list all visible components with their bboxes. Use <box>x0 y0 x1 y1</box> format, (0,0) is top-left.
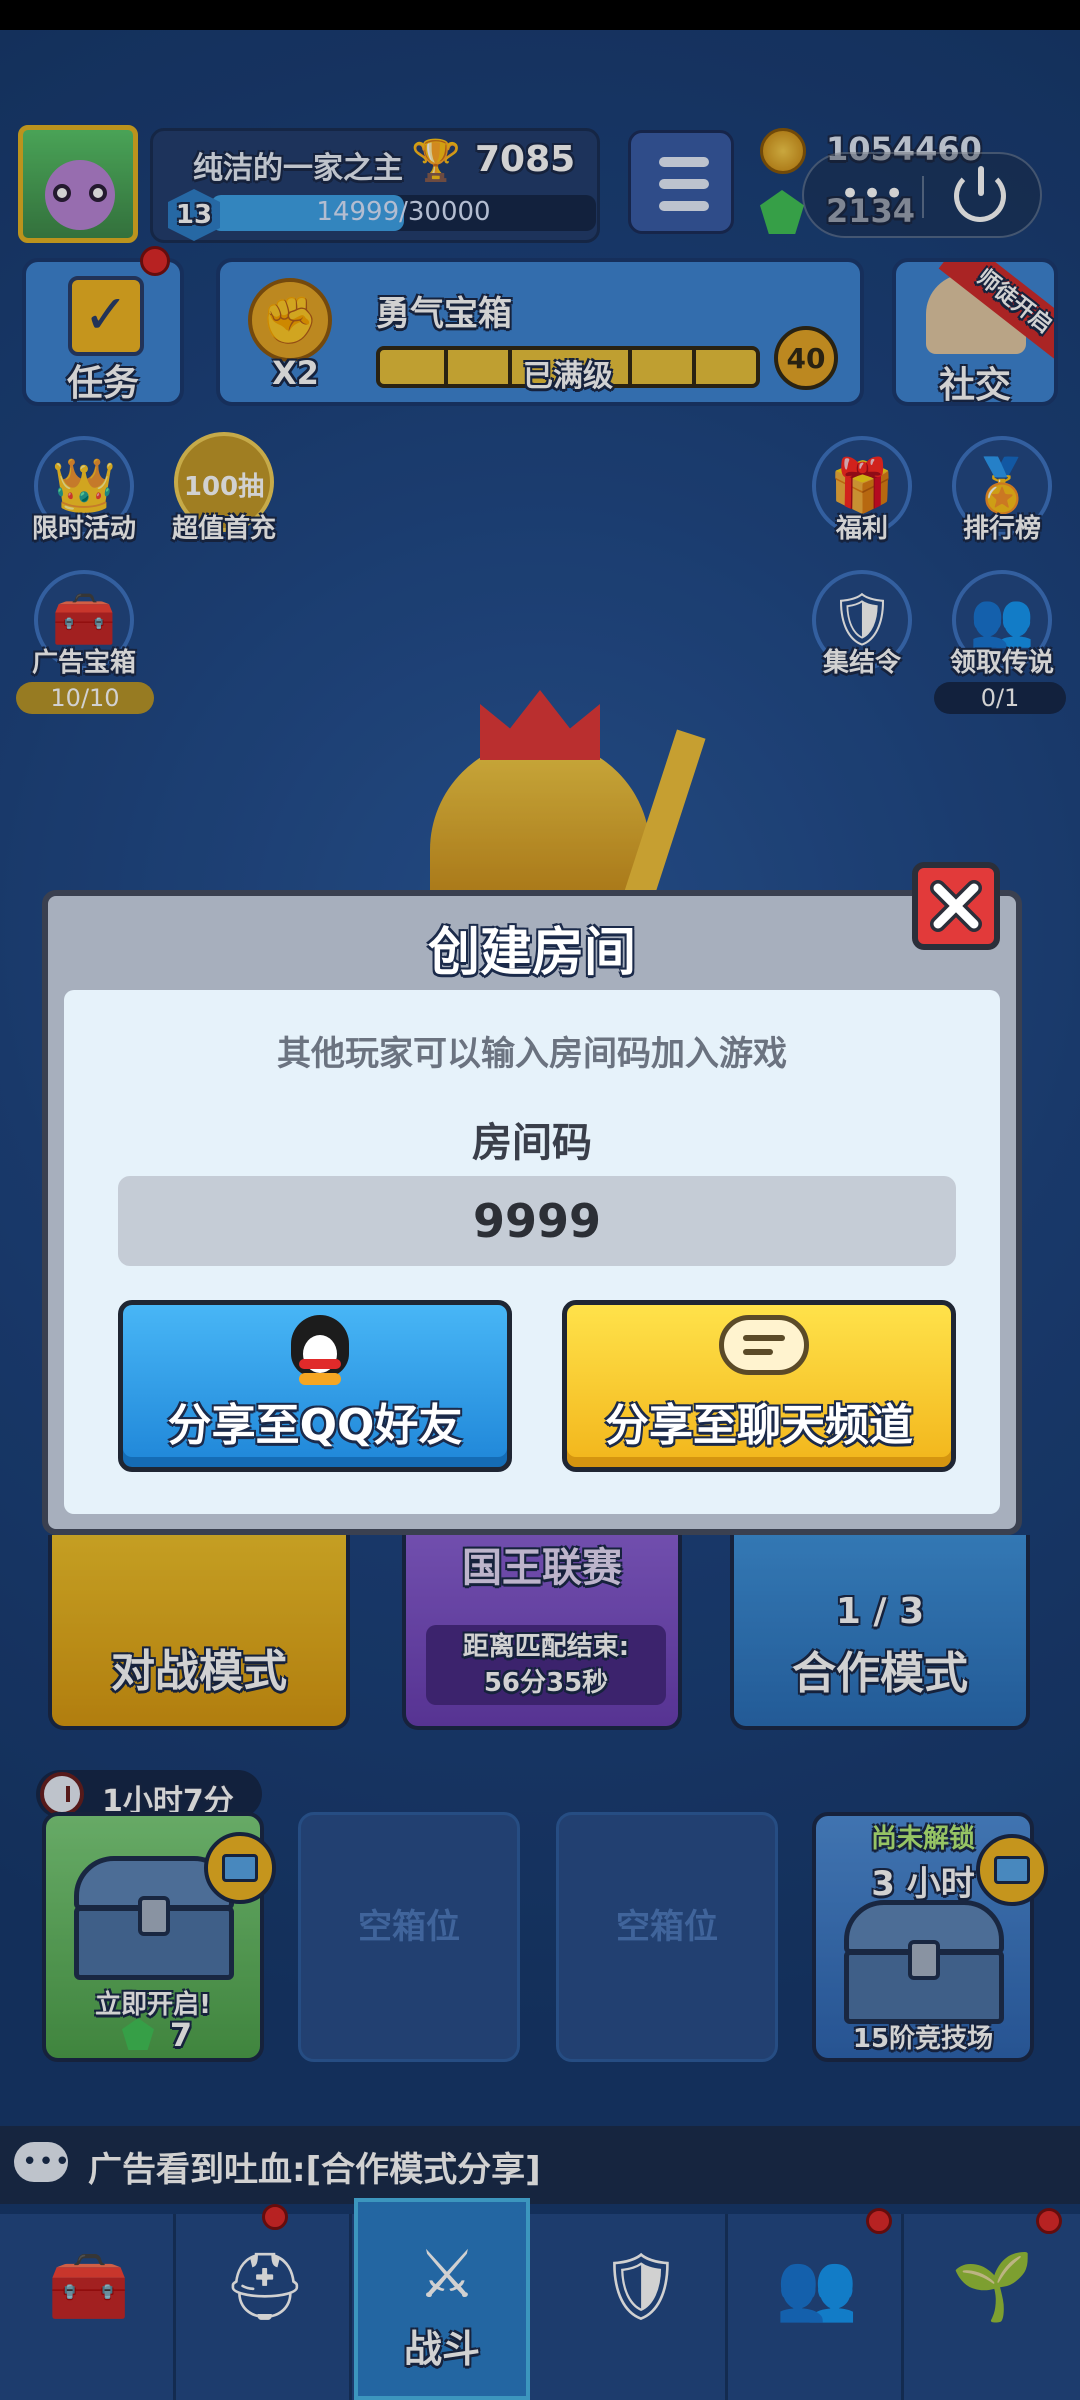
bubble-line <box>743 1335 785 1341</box>
dialog-body: 其他玩家可以输入房间码加入游戏 房间码 9999 分享至QQ好友 分享至聊天频道 <box>64 990 1000 1514</box>
close-button[interactable] <box>912 862 1000 950</box>
dialog-title: 创建房间 <box>427 923 636 983</box>
penguin-scarf <box>299 1359 341 1369</box>
room-code-label: 房间码 <box>472 1120 592 1166</box>
penguin-feet <box>299 1373 341 1385</box>
share-chat-label: 分享至聊天频道 <box>605 1400 913 1451</box>
create-room-dialog: 创建房间 其他玩家可以输入房间码加入游戏 房间码 9999 分享至QQ好友 分享… <box>42 890 1022 1535</box>
chat-bubble-icon <box>719 1315 809 1383</box>
bubble-line <box>743 1349 773 1355</box>
share-qq-button[interactable]: 分享至QQ好友 <box>118 1300 512 1472</box>
share-chat-button[interactable]: 分享至聊天频道 <box>562 1300 956 1472</box>
room-code-value: 9999 <box>118 1176 956 1266</box>
bubble-body <box>719 1315 809 1375</box>
qq-penguin-icon <box>291 1315 349 1385</box>
share-qq-label: 分享至QQ好友 <box>167 1400 463 1451</box>
dialog-hint: 其他玩家可以输入房间码加入游戏 <box>277 1034 787 1074</box>
close-icon <box>930 880 982 932</box>
